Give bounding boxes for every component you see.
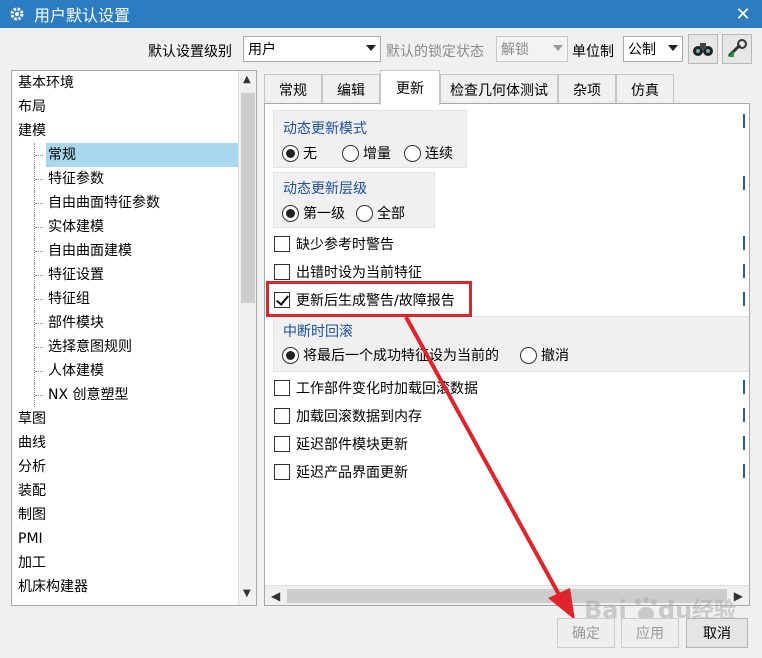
ok-button[interactable]: 确定 xyxy=(557,618,615,648)
tab-update[interactable]: 更新 xyxy=(380,70,440,105)
cancel-button[interactable]: 取消 xyxy=(686,618,748,648)
apply-button[interactable]: 应用 xyxy=(621,618,679,648)
